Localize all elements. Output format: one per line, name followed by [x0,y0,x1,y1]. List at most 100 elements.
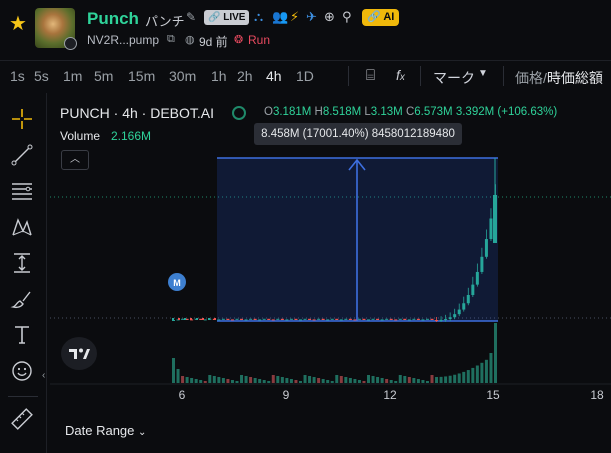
candle [471,284,475,296]
globe-icon[interactable]: ⊕ [324,9,335,25]
volume-bar [221,378,225,383]
candle [353,319,357,321]
tradingview-logo-glyph [69,348,90,359]
candle [271,319,275,321]
candle [371,318,375,320]
edit-icon[interactable]: ✎ [186,10,196,24]
candle [240,318,244,320]
chevron-down-icon[interactable]: ▼ [478,68,488,79]
ruler-icon[interactable] [10,407,34,431]
tf-5s[interactable]: 5s [34,68,49,84]
volume-bar [240,375,244,383]
group-icon[interactable]: 👥 [272,9,288,25]
candles-icon[interactable]: ⌸ [366,67,375,84]
price-mcap-toggle[interactable]: 価格/時価総額 [515,68,603,88]
candle [221,318,225,320]
candle [235,318,239,320]
candle [276,318,280,320]
volume-label: Volume [60,129,101,143]
candle [303,318,307,320]
brush-icon[interactable] [10,287,34,311]
collapse-toolbar-icon[interactable]: ‹ [42,370,45,381]
volume-bar [253,378,257,383]
crosshair-icon[interactable] [10,107,34,131]
token-address: NV2R...pump [87,33,160,47]
candle [462,303,466,310]
mark-dropdown[interactable]: マーク [433,68,475,88]
x-tick-label: 9 [283,388,290,402]
candle [425,318,429,320]
fib-icon[interactable] [10,179,34,203]
live-badge[interactable]: 🔗 LIVE [204,10,250,25]
volume-bar [439,376,443,383]
measure-tool-icon[interactable] [10,251,34,275]
tf-1d[interactable]: 1D [296,68,314,84]
tradingview-logo-icon[interactable] [61,337,97,370]
volume-bar [317,378,321,383]
candle [407,319,411,321]
volume-bar [172,358,175,383]
candle [403,318,407,320]
volume-bar [480,362,484,383]
mcap-option[interactable]: 時価総額 [547,70,603,86]
volume-bar [244,376,248,383]
candle [330,318,334,320]
volume-bar [194,379,198,383]
pattern-icon[interactable] [10,215,34,239]
tf-30m[interactable]: 30m [169,68,196,84]
volume-bar [448,375,452,383]
volume-bar [280,377,284,383]
search-icon[interactable]: ⚲ [342,9,352,25]
fx-icon[interactable]: fx [396,67,405,83]
date-range-button[interactable]: Date Range ⌄ [65,423,146,438]
bolt-icon[interactable]: ⚡ [290,9,299,25]
volume-bar [230,380,234,383]
volume-bar [294,380,298,383]
marker-m-label: M [173,278,181,288]
candle [435,320,439,321]
candle [344,318,348,320]
chevron-down-icon: ⌄ [138,427,147,438]
candle [190,318,192,320]
price-option[interactable]: 価格 [515,70,543,86]
candle [357,318,361,320]
candle [226,318,230,320]
tf-2h[interactable]: 2h [237,68,253,84]
emoji-icon[interactable] [10,359,34,383]
tf-1h[interactable]: 1h [211,68,227,84]
price-chart[interactable]: M 6 9 12 15 18 [50,95,611,453]
volume-bar [371,376,375,383]
candle [217,319,221,321]
people-icon[interactable]: ⛬ [254,9,263,25]
ohlc-high: 8.518M [322,106,362,118]
legend-visibility-icon[interactable] [232,106,246,120]
volume-value: 2.166M [111,129,152,143]
candle [181,318,185,320]
run-label[interactable]: Run [248,33,270,47]
tf-5m[interactable]: 5m [94,68,113,84]
candle [262,318,266,320]
volume-bar [285,378,289,383]
x-tick-label: 12 [383,388,397,402]
candle [348,318,352,320]
copy-icon[interactable]: ⧉ [167,33,175,46]
line-tool-icon[interactable] [10,143,34,167]
tf-15m[interactable]: 15m [128,68,155,84]
tf-1s[interactable]: 1s [10,68,25,84]
candle [280,318,284,320]
token-name: Punch [87,9,139,28]
star-icon[interactable]: ★ [9,14,27,34]
volume-bar [430,375,434,383]
tf-4h[interactable]: 4h [266,68,282,84]
text-tool-icon[interactable] [10,323,34,347]
candle [493,195,497,243]
tf-1m[interactable]: 1m [63,68,82,84]
date-range-label: Date Range [65,423,135,438]
volume-bar [326,380,330,383]
twitter-icon[interactable]: ✈ [306,9,317,25]
collapse-legend-button[interactable]: ︿ [61,150,89,170]
ai-button[interactable]: 🔗 AI [362,9,400,26]
candle [244,319,248,321]
candle [185,318,189,320]
volume-bar [289,379,293,383]
